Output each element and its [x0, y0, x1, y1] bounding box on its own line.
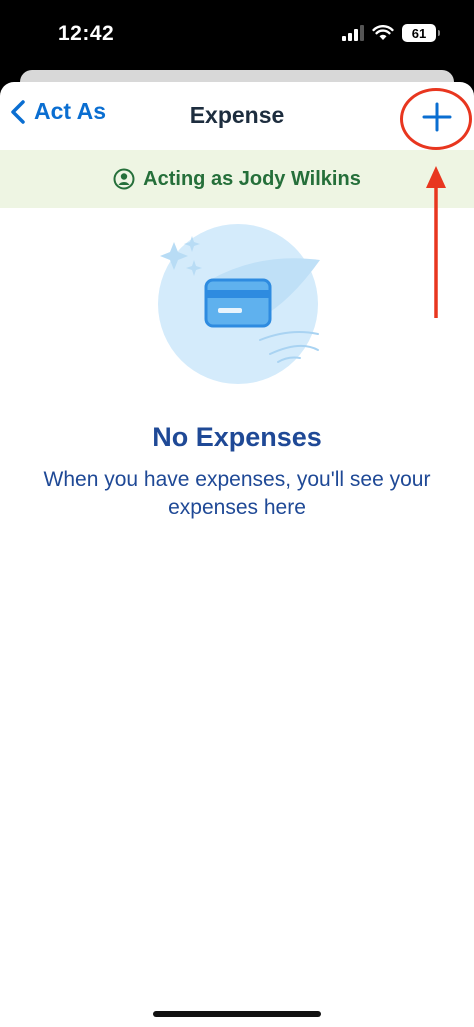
expense-sheet: Act As Expense Acting as Jody Wilkins No… — [0, 82, 474, 1027]
acting-as-text: Acting as Jody Wilkins — [143, 167, 361, 190]
credit-card-illustration-icon — [158, 224, 320, 384]
status-time: 12:42 — [58, 22, 115, 45]
empty-state-title: No Expenses — [152, 422, 322, 452]
cellular-signal-icon — [342, 25, 364, 41]
status-icons: 61 — [342, 24, 440, 42]
wifi-icon — [372, 25, 394, 40]
empty-state-message: When you have expenses, you'll see your … — [43, 468, 431, 519]
acting-as-banner: Acting as Jody Wilkins — [0, 150, 474, 208]
home-indicator — [153, 1011, 321, 1017]
add-expense-button[interactable] — [404, 92, 470, 142]
battery-icon: 61 — [402, 24, 440, 42]
status-bar: 12:42 61 — [0, 0, 474, 70]
user-circle-icon — [113, 168, 135, 190]
plus-icon — [422, 102, 452, 132]
navigation-bar: Act As Expense — [0, 82, 474, 150]
